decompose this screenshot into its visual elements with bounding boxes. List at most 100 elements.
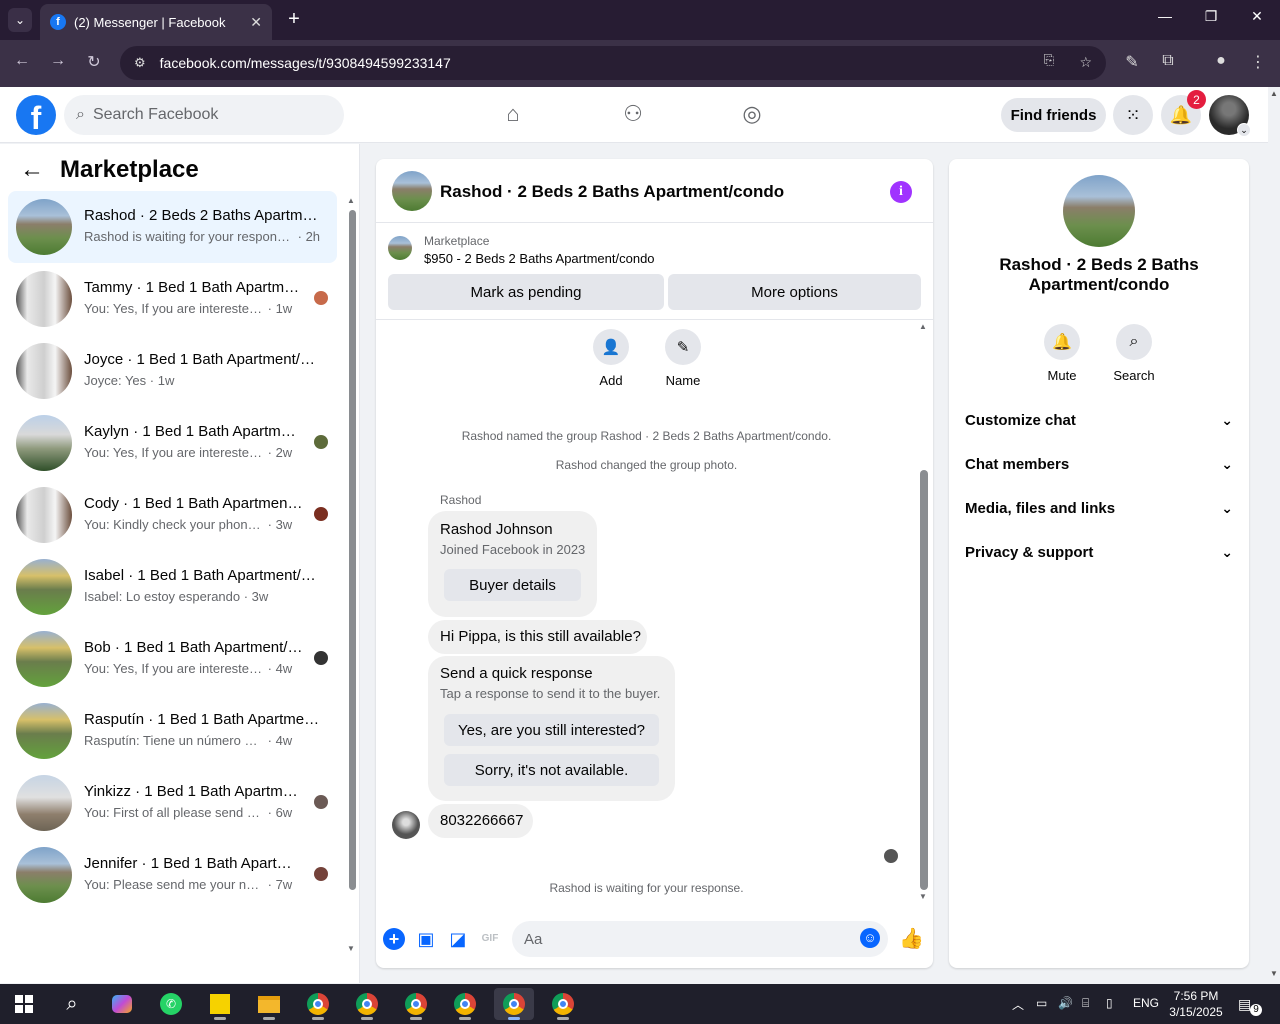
chat-title[interactable]: Rashod · 2 Beds 2 Baths Apartment/condo [440,182,784,202]
chrome-icon[interactable] [445,988,485,1020]
chrome-icon[interactable] [543,988,583,1020]
find-friends-button[interactable]: Find friends [1001,98,1106,132]
photo-icon[interactable]: ▣ [415,928,437,950]
chat-scrollbar[interactable]: ▲ ▼ [917,322,929,901]
tab-search-chevron-icon[interactable]: ⌄ [8,8,32,32]
tray-chevron-icon[interactable]: ︿ [1012,996,1024,1013]
search-action[interactable]: ⌕ Search [1104,324,1164,383]
menu-grid-icon[interactable]: ⁙ [1113,95,1153,135]
add-action[interactable]: 👤 Add [581,329,641,388]
chrome-icon[interactable] [298,988,338,1020]
page-scrollbar[interactable]: ▲ ▼ [1268,87,1280,983]
conversation-item[interactable]: Yinkizz · 1 Bed 1 Bath Apartment/condo Y… [8,767,337,839]
sender-avatar[interactable] [392,811,420,839]
install-app-icon[interactable]: ⎘ [1037,52,1061,68]
chrome-icon[interactable] [494,988,534,1020]
bookmark-star-icon[interactable]: ☆ [1079,54,1092,71]
browser-tab[interactable]: f (2) Messenger | Facebook ✕ [40,4,272,40]
sidebar-scrollbar[interactable]: ▲ ▼ [347,196,357,956]
conversation-item[interactable]: Joyce · 1 Bed 1 Bath Apartment/condo Joy… [8,335,337,407]
conversation-item[interactable]: Rasputín · 1 Bed 1 Bath Apartment/condo … [8,695,337,767]
start-button[interactable] [4,988,44,1020]
scrollbar-thumb[interactable] [349,210,356,890]
scrollbar-thumb[interactable] [920,470,928,890]
scroll-down-icon[interactable]: ▼ [1270,969,1278,978]
conversation-item[interactable]: Tammy · 1 Bed 1 Bath Apartment/condo You… [8,263,337,335]
volume-icon[interactable]: 🔊 [1058,996,1073,1010]
scroll-down-icon[interactable]: ▼ [347,944,355,953]
system-clock[interactable]: 7:56 PM 3/15/2025 [1168,988,1224,1020]
home-icon[interactable]: ⌂ [498,101,528,131]
conversation-item[interactable]: Jennifer · 1 Bed 1 Bath Apartment/condo … [8,839,337,911]
scroll-up-icon[interactable]: ▲ [347,196,355,205]
pencil-icon[interactable]: ✎ [665,329,701,365]
customize-chat-section[interactable]: Customize chat ⌄ [965,400,1233,440]
chrome-icon[interactable] [396,988,436,1020]
reload-icon[interactable]: ↻ [82,52,106,72]
gif-icon[interactable]: GIF [479,928,501,950]
media-files-links-section[interactable]: Media, files and links ⌄ [965,488,1233,528]
sticky-notes-icon[interactable] [200,988,240,1020]
close-window-icon[interactable]: ✕ [1242,8,1272,25]
battery-icon[interactable]: ▯ [1106,996,1113,1010]
whatsapp-icon[interactable]: ✆ [151,988,191,1020]
conversation-item[interactable]: Bob · 1 Bed 1 Bath Apartment/condo You: … [8,623,337,695]
conversation-item[interactable]: Rashod · 2 Beds 2 Baths Apartment/condo … [8,191,337,263]
conversation-item[interactable]: Isabel · 1 Bed 1 Bath Apartment/condo Is… [8,551,337,623]
mark-as-pending-button[interactable]: Mark as pending [388,274,664,310]
info-icon[interactable]: i [890,181,912,203]
search-icon[interactable]: ⌕ [1116,324,1152,360]
scroll-up-icon[interactable]: ▲ [1270,89,1278,98]
file-explorer-icon[interactable] [249,988,289,1020]
language-indicator[interactable]: ENG [1133,996,1159,1010]
profile-icon[interactable]: ● [1209,52,1233,70]
site-info-icon[interactable]: ⚙ [134,55,146,71]
buyer-details-button[interactable]: Buyer details [444,569,581,601]
quick-reply-no-button[interactable]: Sorry, it's not available. [444,754,659,786]
mute-action[interactable]: 🔔 Mute [1032,324,1092,383]
chrome-icon[interactable] [347,988,387,1020]
scroll-down-icon[interactable]: ▼ [919,892,927,901]
message-input[interactable] [512,921,888,957]
chat-members-section[interactable]: Chat members ⌄ [965,444,1233,484]
menu-kebab-icon[interactable]: ⋮ [1246,52,1270,72]
address-bar[interactable]: ⚙ facebook.com/messages/t/93084945992331… [120,46,1106,80]
restore-icon[interactable]: ❐ [1196,8,1226,25]
conversation-item[interactable]: Kaylyn · 1 Bed 1 Bath Apartment/condo Yo… [8,407,337,479]
friends-icon[interactable]: ⚇ [618,101,648,131]
groups-icon[interactable]: ◎ [737,101,767,131]
privacy-support-section[interactable]: Privacy & support ⌄ [965,532,1233,572]
close-tab-icon[interactable]: ✕ [250,14,262,31]
name-action[interactable]: ✎ Name [653,329,713,388]
scroll-up-icon[interactable]: ▲ [919,322,927,331]
new-tab-icon[interactable]: + [282,8,306,31]
plus-icon[interactable]: + [383,928,405,950]
more-options-button[interactable]: More options [668,274,921,310]
add-person-icon[interactable]: 👤 [593,329,629,365]
avatar [16,631,72,687]
account-avatar[interactable]: ⌄ [1209,95,1251,137]
meet-icon[interactable]: ▭ [1036,996,1047,1010]
facebook-logo[interactable]: f [16,95,56,135]
marketplace-label: Marketplace [424,234,490,248]
sender-name: Rashod [440,493,482,507]
copilot-icon[interactable] [102,988,142,1020]
search-icon[interactable]: ⌕ [52,988,92,1020]
thumbs-up-icon[interactable]: 👍 [899,928,924,950]
forward-icon[interactable]: → [46,52,70,70]
conversation-item[interactable]: Cody · 1 Bed 1 Bath Apartment/condo You:… [8,479,337,551]
bell-icon[interactable]: 🔔 [1044,324,1080,360]
quick-reply-yes-button[interactable]: Yes, are you still interested? [444,714,659,746]
listing-title[interactable]: $950 - 2 Beds 2 Baths Apartment/condo [424,251,655,266]
network-icon[interactable]: ⌸ [1082,996,1089,1011]
minimize-icon[interactable]: — [1150,8,1180,24]
sticker-icon[interactable]: ◪ [447,928,469,950]
pen-icon[interactable]: ✎ [1120,52,1144,72]
search-input[interactable] [92,106,313,124]
search-box[interactable]: ⌕ [64,95,344,135]
back-arrow-icon[interactable]: ← [20,156,44,184]
back-icon[interactable]: ← [10,52,34,70]
extensions-icon[interactable]: ⧉ [1156,52,1180,70]
emoji-icon[interactable]: ☺ [860,928,880,948]
avatar[interactable] [392,171,432,211]
